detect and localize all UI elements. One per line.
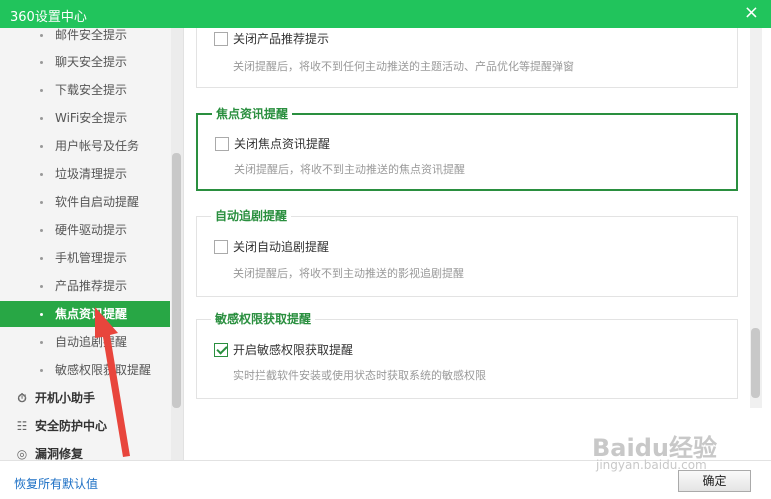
bullet-icon (40, 61, 43, 64)
option-description: 实时拦截软件安装或使用状态时获取系统的敏感权限 (233, 369, 486, 382)
option-description: 关闭提醒后，将收不到任何主动推送的主题活动、产品优化等提醒弹窗 (233, 60, 574, 73)
section-title: 自动追剧提醒 (211, 209, 292, 223)
checkbox-box[interactable] (214, 31, 228, 46)
baidu-watermark-url: jingyan.baidu.com (596, 458, 707, 472)
title-bar: 360设置中心 × (0, 0, 771, 28)
section-auto-drama: 自动追剧提醒 关闭自动追剧提醒 关闭提醒后，将收不到主动推送的影视追剧提醒 (196, 209, 738, 297)
sidebar: 邮件安全提示 聊天安全提示 下载安全提示 WiFi安全提示 用户帐号及任务 垃圾… (0, 28, 184, 460)
timer-icon: ⏱ (17, 391, 27, 405)
shield-list-icon: ☷ (16, 419, 28, 433)
sidebar-group-label: 开机小助手 (35, 391, 96, 405)
sidebar-group-label: 漏洞修复 (35, 447, 84, 460)
bullet-icon (40, 117, 43, 120)
section-title: 焦点资讯提醒 (212, 107, 293, 121)
checkbox-box[interactable] (214, 239, 228, 254)
bullet-icon (40, 341, 43, 344)
sidebar-item-driver[interactable]: 硬件驱动提示 (0, 217, 170, 243)
section-product-recommend: 关闭产品推荐提示 关闭提醒后，将收不到任何主动推送的主题活动、产品优化等提醒弹窗 (196, 28, 738, 88)
ok-button[interactable]: 确定 (678, 470, 751, 492)
content-scrollbar-thumb[interactable] (751, 328, 760, 398)
bullet-icon (40, 369, 43, 372)
option-label: 关闭产品推荐提示 (233, 32, 330, 46)
sidebar-item-label: 软件自启动提醒 (55, 195, 140, 209)
checkbox-box[interactable] (215, 136, 229, 151)
bullet-icon (40, 145, 43, 148)
sidebar-item-permission[interactable]: 敏感权限获取提醒 (0, 357, 170, 383)
sidebar-item-autostart[interactable]: 软件自启动提醒 (0, 189, 170, 215)
sidebar-item-label: 手机管理提示 (55, 251, 128, 265)
patch-icon: ◎ (16, 447, 28, 460)
sidebar-item-wifi[interactable]: WiFi安全提示 (0, 105, 170, 131)
sidebar-group-security-center[interactable]: ☷ 安全防护中心 (0, 413, 170, 439)
checkbox-close-focus-news[interactable]: 关闭焦点资讯提醒 (215, 136, 330, 152)
bullet-icon (40, 173, 43, 176)
section-title: 敏感权限获取提醒 (211, 312, 316, 326)
bullet-icon (40, 257, 43, 260)
sidebar-group-boot-assistant[interactable]: ⏱ 开机小助手 (0, 385, 170, 411)
sidebar-item-label: 产品推荐提示 (55, 279, 128, 293)
sidebar-item-label: 自动追剧提醒 (55, 335, 128, 349)
bullet-icon (40, 201, 43, 204)
checkbox-close-product-recommend[interactable]: 关闭产品推荐提示 (214, 31, 329, 47)
sidebar-item-label: 用户帐号及任务 (55, 139, 140, 153)
sidebar-item-label: 下载安全提示 (55, 83, 128, 97)
sidebar-item-label: 聊天安全提示 (55, 55, 128, 69)
sidebar-item-drama[interactable]: 自动追剧提醒 (0, 329, 170, 355)
option-label: 关闭焦点资讯提醒 (234, 137, 331, 151)
option-description: 关闭提醒后，将收不到主动推送的影视追剧提醒 (233, 267, 464, 280)
sidebar-item-account[interactable]: 用户帐号及任务 (0, 133, 170, 159)
window-title: 360设置中心 (10, 10, 87, 25)
sidebar-group-label: 安全防护中心 (35, 419, 108, 433)
option-label: 关闭自动追剧提醒 (233, 240, 330, 254)
option-label: 开启敏感权限获取提醒 (233, 343, 354, 357)
bullet-icon (40, 89, 43, 92)
sidebar-item-label: 敏感权限获取提醒 (55, 363, 152, 377)
sidebar-item-label: 邮件安全提示 (55, 28, 128, 42)
bullet-icon (40, 229, 43, 232)
sidebar-item-label: 硬件驱动提示 (55, 223, 128, 237)
bullet-icon (40, 285, 43, 288)
close-icon[interactable]: × (744, 3, 759, 23)
sidebar-item-cleanup[interactable]: 垃圾清理提示 (0, 161, 170, 187)
sidebar-item-focus-news[interactable]: 焦点资讯提醒 (0, 301, 170, 327)
sidebar-item-label: 焦点资讯提醒 (55, 307, 128, 321)
section-sensitive-permission: 敏感权限获取提醒 开启敏感权限获取提醒 实时拦截软件安装或使用状态时获取系统的敏… (196, 312, 738, 399)
sidebar-item-chat[interactable]: 聊天安全提示 (0, 49, 170, 75)
bullet-icon (40, 34, 43, 37)
sidebar-item-label: WiFi安全提示 (55, 111, 128, 125)
sidebar-scrollbar-thumb[interactable] (172, 153, 181, 408)
option-description: 关闭提醒后，将收不到主动推送的焦点资讯提醒 (234, 163, 465, 176)
sidebar-item-phone[interactable]: 手机管理提示 (0, 245, 170, 271)
restore-defaults-link[interactable]: 恢复所有默认值 (14, 475, 98, 492)
bullet-icon (40, 313, 43, 316)
sidebar-item-download[interactable]: 下载安全提示 (0, 77, 170, 103)
sidebar-item-product[interactable]: 产品推荐提示 (0, 273, 170, 299)
checkbox-close-auto-drama[interactable]: 关闭自动追剧提醒 (214, 239, 329, 255)
section-focus-news: 焦点资讯提醒 关闭焦点资讯提醒 关闭提醒后，将收不到主动推送的焦点资讯提醒 (196, 107, 738, 191)
sidebar-item-mail[interactable]: 邮件安全提示 (0, 28, 170, 48)
checkbox-box-checked[interactable] (214, 342, 228, 357)
checkbox-enable-sensitive-permission[interactable]: 开启敏感权限获取提醒 (214, 342, 353, 358)
sidebar-group-patch[interactable]: ◎ 漏洞修复 (0, 441, 170, 460)
settings-panel: 关闭产品推荐提示 关闭提醒后，将收不到任何主动推送的主题活动、产品优化等提醒弹窗… (185, 28, 771, 460)
sidebar-item-label: 垃圾清理提示 (55, 167, 128, 181)
